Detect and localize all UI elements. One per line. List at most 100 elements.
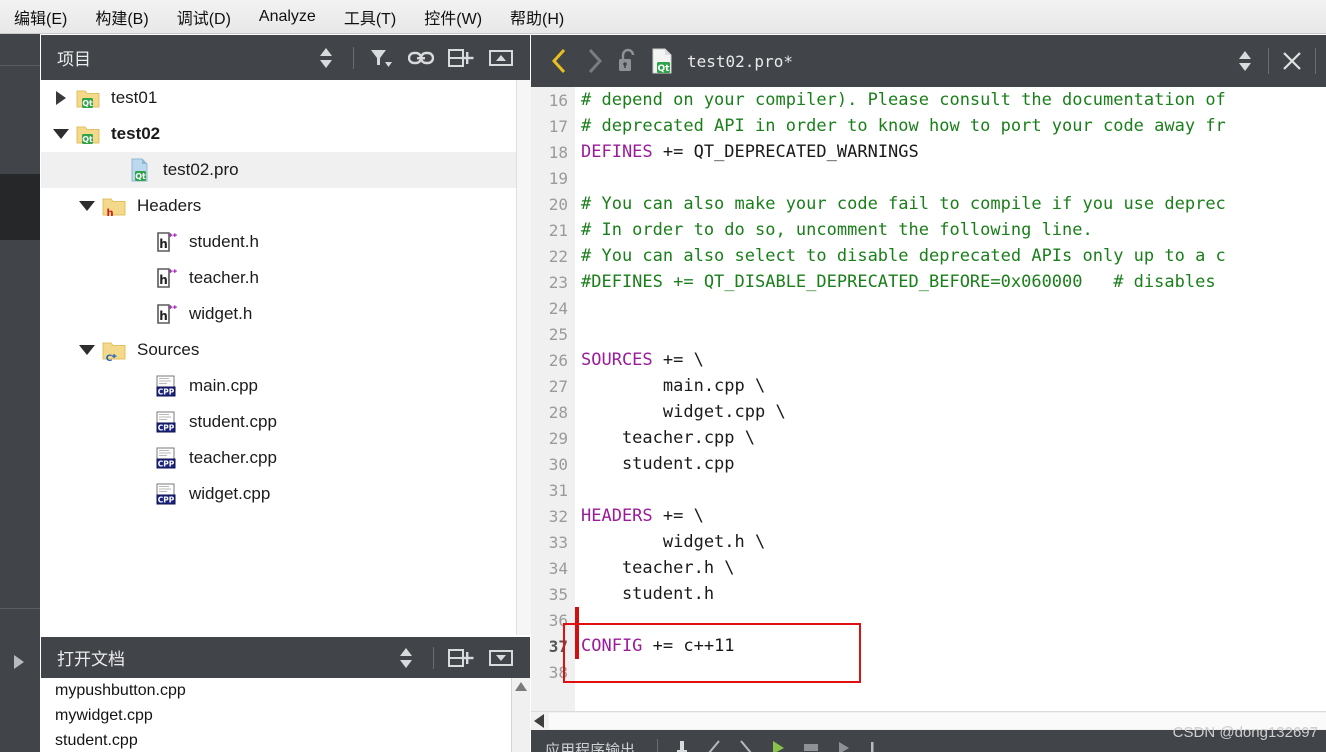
tree-item-main-cpp[interactable]: CPP main.cpp xyxy=(41,368,530,404)
code-line[interactable]: 28 widget.cpp \ xyxy=(531,399,1326,425)
code-line[interactable]: 32 HEADERS += \ xyxy=(531,503,1326,529)
highlight-box xyxy=(563,623,861,683)
code-lines[interactable]: 16 # depend on your compiler). Please con… xyxy=(531,87,1326,685)
svg-text:h: h xyxy=(159,309,168,323)
code-text: teacher.cpp \ xyxy=(581,428,755,448)
unlock-icon[interactable] xyxy=(611,44,645,78)
line-number: 21 xyxy=(548,220,568,240)
bar-icon[interactable] xyxy=(868,739,876,752)
code-line[interactable]: 27 main.cpp \ xyxy=(531,373,1326,399)
code-comment: # You can also select to disable depreca… xyxy=(581,246,1226,266)
line-number: 19 xyxy=(548,168,568,188)
menu-item-help[interactable]: 帮助(H) xyxy=(496,0,578,34)
code-line-text: # deprecated API in order to know how to… xyxy=(575,116,1226,136)
code-line[interactable]: 19 xyxy=(531,165,1326,191)
split-add-icon[interactable] xyxy=(448,645,474,671)
tree-item-label: student.cpp xyxy=(189,412,277,431)
expander-expanded-icon[interactable] xyxy=(75,345,99,355)
scroll-left-arrow-icon[interactable] xyxy=(534,714,544,728)
code-line[interactable]: 23 #DEFINES += QT_DISABLE_DEPRECATED_BEFO… xyxy=(531,269,1326,295)
cpp-file-icon: CPP xyxy=(151,444,181,472)
split-add-icon[interactable] xyxy=(448,45,474,71)
code-line[interactable]: 34 teacher.h \ xyxy=(531,555,1326,581)
halt-icon[interactable] xyxy=(802,739,820,752)
link-icon[interactable] xyxy=(408,45,434,71)
menu-item-analyze[interactable]: Analyze xyxy=(245,0,330,34)
sync-updown-icon[interactable] xyxy=(313,45,339,71)
code-line[interactable]: 22 # You can also select to disable depre… xyxy=(531,243,1326,269)
tree-item-teacher-cpp[interactable]: CPP teacher.cpp xyxy=(41,440,530,476)
stop-icon[interactable] xyxy=(674,739,690,752)
step-icon[interactable] xyxy=(836,739,852,752)
svg-text:CPP: CPP xyxy=(158,460,175,469)
project-tree[interactable]: Qt test01 Qt test02 Qt test02.pro h Headers h stu… xyxy=(41,80,530,635)
collapse-icon[interactable] xyxy=(488,645,514,671)
code-line[interactable]: 31 xyxy=(531,477,1326,503)
tree-item-student-h[interactable]: h student.h xyxy=(41,224,530,260)
close-icon[interactable] xyxy=(1275,44,1309,78)
code-line[interactable]: 35 student.h xyxy=(531,581,1326,607)
code-line[interactable]: 33 widget.h \ xyxy=(531,529,1326,555)
tree-item-widget-cpp[interactable]: CPP widget.cpp xyxy=(41,476,530,512)
tree-item-test02-pro[interactable]: Qt test02.pro xyxy=(41,152,530,188)
expander-collapsed-icon[interactable] xyxy=(49,91,73,105)
code-comment: # You can also make your code fail to co… xyxy=(581,194,1226,214)
tree-item-Headers[interactable]: h Headers xyxy=(41,188,530,224)
svg-text:h: h xyxy=(159,237,168,251)
code-line[interactable]: 20 # You can also make your code fail to … xyxy=(531,191,1326,217)
sync-updown-icon[interactable] xyxy=(393,645,419,671)
rail-active-mode[interactable] xyxy=(0,174,40,240)
line-number: 17 xyxy=(548,116,568,136)
line-number: 18 xyxy=(548,142,568,162)
scroll-up-arrow-icon[interactable] xyxy=(515,682,527,691)
open-document-item[interactable]: mywidget.cpp xyxy=(41,703,530,728)
code-line[interactable]: 24 xyxy=(531,295,1326,321)
tree-item-label: teacher.h xyxy=(189,268,259,287)
sync-updown-icon[interactable] xyxy=(1228,44,1262,78)
code-editor[interactable]: 16 # depend on your compiler). Please con… xyxy=(531,87,1326,747)
open-documents-scrollbar[interactable] xyxy=(511,678,530,752)
rail-expand-arrow-icon[interactable] xyxy=(14,655,24,669)
tree-item-widget-h[interactable]: h widget.h xyxy=(41,296,530,332)
project-panel-title: 项目 xyxy=(57,50,91,69)
menu-item-build[interactable]: 构建(B) xyxy=(81,0,162,34)
code-line[interactable]: 30 student.cpp xyxy=(531,451,1326,477)
tree-item-test01[interactable]: Qt test01 xyxy=(41,80,530,116)
code-line[interactable]: 17 # deprecated API in order to know how … xyxy=(531,113,1326,139)
svg-text:Qt: Qt xyxy=(82,135,93,144)
code-line[interactable]: 25 xyxy=(531,321,1326,347)
line-number: 31 xyxy=(548,480,568,500)
open-document-item[interactable]: student.cpp xyxy=(41,728,530,752)
tree-item-student-cpp[interactable]: CPP student.cpp xyxy=(41,404,530,440)
back-arrow-icon[interactable] xyxy=(543,44,577,78)
forward-arrow-icon[interactable] xyxy=(577,44,611,78)
tree-item-test02[interactable]: Qt test02 xyxy=(41,116,530,152)
prev-icon[interactable] xyxy=(706,739,722,752)
code-line[interactable]: 16 # depend on your compiler). Please con… xyxy=(531,87,1326,113)
output-pane-label[interactable]: 应用程序输出 xyxy=(545,739,635,752)
next-icon[interactable] xyxy=(738,739,754,752)
menu-item-tools[interactable]: 工具(T) xyxy=(330,0,410,34)
filter-icon[interactable] xyxy=(368,45,394,71)
code-line[interactable]: 29 teacher.cpp \ xyxy=(531,425,1326,451)
chevron-down-icon xyxy=(79,201,95,211)
code-line[interactable]: 21 # In order to do so, uncomment the fol… xyxy=(531,217,1326,243)
tree-item-teacher-h[interactable]: h teacher.h xyxy=(41,260,530,296)
menu-item-widgets[interactable]: 控件(W) xyxy=(410,0,496,34)
menu-item-debug[interactable]: 调试(D) xyxy=(163,0,245,34)
code-line[interactable]: 26 SOURCES += \ xyxy=(531,347,1326,373)
menu-item-edit[interactable]: 编辑(E) xyxy=(0,0,81,34)
open-documents-list[interactable]: mypushbutton.cpp mywidget.cpp student.cpp xyxy=(41,678,530,752)
expander-expanded-icon[interactable] xyxy=(49,129,73,139)
tree-item-Sources[interactable]: C Sources xyxy=(41,332,530,368)
minimize-icon[interactable] xyxy=(488,45,514,71)
mode-selector-rail xyxy=(0,34,40,752)
tree-item-label: test02.pro xyxy=(163,160,239,179)
code-text: teacher.h \ xyxy=(581,558,735,578)
open-document-item[interactable]: mypushbutton.cpp xyxy=(41,678,530,703)
code-line[interactable]: 18 DEFINES += QT_DEPRECATED_WARNINGS xyxy=(531,139,1326,165)
project-tree-scrollbar[interactable] xyxy=(516,80,531,635)
expander-expanded-icon[interactable] xyxy=(75,201,99,211)
run-icon[interactable] xyxy=(770,739,786,752)
h-file-icon: h xyxy=(151,300,181,328)
